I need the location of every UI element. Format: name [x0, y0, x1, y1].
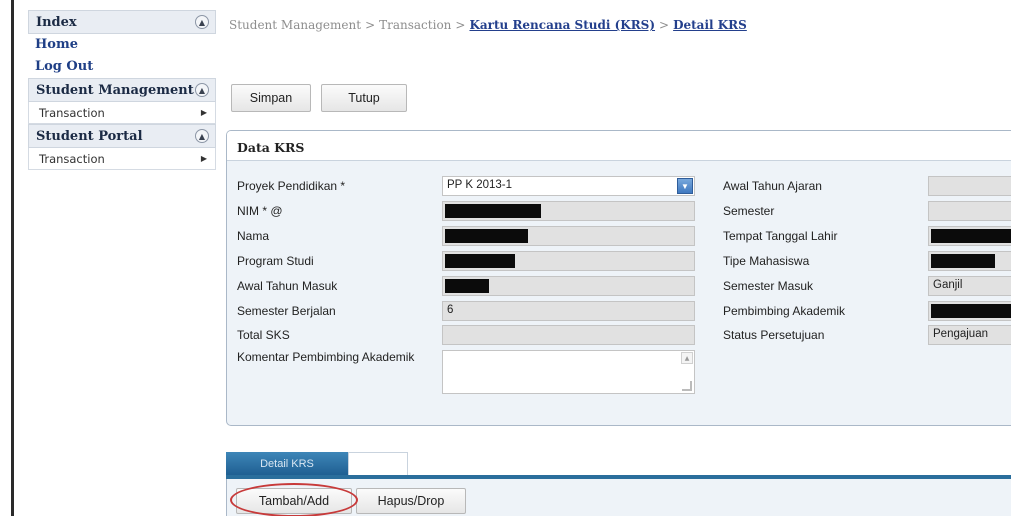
total-sks-label: Total SKS — [237, 328, 290, 342]
proyek-value: PP K 2013-1 — [447, 179, 513, 191]
breadcrumb-student-management: Student Management — [229, 18, 362, 32]
chevron-down-icon[interactable]: ▼ — [677, 178, 693, 194]
redacted-block — [931, 229, 1011, 243]
awal-masuk-label: Awal Tahun Masuk — [237, 279, 338, 293]
awal-ajaran-label: Awal Tahun Ajaran — [723, 179, 822, 193]
sidebar-index-title: Index — [36, 14, 77, 30]
chevron-right-icon: ▶ — [200, 108, 207, 117]
sidebar-item-transaction[interactable]: Transaction ▶ — [28, 148, 216, 170]
resize-grip-icon[interactable] — [682, 381, 692, 391]
ttl-label: Tempat Tanggal Lahir — [723, 229, 838, 243]
nim-field[interactable] — [442, 201, 695, 221]
semester-label: Semester — [723, 204, 775, 218]
status-field[interactable]: Pengajuan — [928, 325, 1011, 345]
awal-ajaran-field[interactable] — [928, 176, 1011, 196]
proyek-label: Proyek Pendidikan * — [237, 179, 346, 193]
semester-berjalan-label: Semester Berjalan — [237, 304, 336, 318]
tab-detail-krs[interactable]: Detail KRS — [226, 452, 348, 475]
sidebar-section-title: Student Portal — [36, 128, 143, 144]
chevron-right-icon: ▶ — [200, 154, 207, 163]
breadcrumb-separator: > — [659, 18, 670, 32]
save-button[interactable]: Simpan — [231, 84, 311, 112]
breadcrumb-transaction: Transaction — [379, 18, 452, 32]
redacted-block — [445, 279, 489, 293]
redacted-block — [931, 304, 1011, 318]
redacted-block — [445, 254, 515, 268]
left-border-line — [11, 0, 14, 516]
sidebar-item-label: Transaction — [39, 105, 105, 120]
pembimbing-label: Pembimbing Akademik — [723, 304, 846, 318]
sidebar-link-logout[interactable]: Log Out — [28, 56, 216, 78]
add-button[interactable]: Tambah/Add — [236, 488, 352, 514]
sidebar-section-title: Student Management — [36, 82, 194, 98]
komentar-label: Komentar Pembimbing Akademik — [237, 350, 415, 364]
pembimbing-field[interactable] — [928, 301, 1011, 321]
komentar-textarea[interactable]: ▲ — [442, 350, 695, 394]
breadcrumb-detail-krs-link[interactable]: Detail KRS — [673, 18, 747, 32]
sidebar-item-label: Transaction — [39, 151, 105, 166]
total-sks-field[interactable] — [442, 325, 695, 345]
semester-masuk-label: Semester Masuk — [723, 279, 814, 293]
tipe-field[interactable] — [928, 251, 1011, 271]
redacted-block — [445, 204, 541, 218]
status-label: Status Persetujuan — [723, 328, 825, 342]
close-button[interactable]: Tutup — [321, 84, 407, 112]
prodi-label: Program Studi — [237, 254, 314, 268]
prodi-field[interactable] — [442, 251, 695, 271]
sidebar-item-transaction[interactable]: Transaction ▶ — [28, 102, 216, 124]
scroll-up-icon[interactable]: ▲ — [681, 352, 693, 364]
redacted-block — [445, 229, 528, 243]
nim-label: NIM * @ — [237, 204, 283, 218]
sidebar-link-home[interactable]: Home — [28, 34, 216, 56]
sidebar-section-student-management[interactable]: Student Management ▲ — [28, 78, 216, 102]
collapse-icon[interactable]: ▲ — [195, 15, 209, 29]
nama-label: Nama — [237, 229, 270, 243]
sidebar-section-student-portal[interactable]: Student Portal ▲ — [28, 124, 216, 148]
awal-masuk-field[interactable] — [442, 276, 695, 296]
nama-field[interactable] — [442, 226, 695, 246]
semester-berjalan-field[interactable]: 6 — [442, 301, 695, 321]
semester-field[interactable] — [928, 201, 1011, 221]
data-krs-panel: Data KRS Proyek Pendidikan * NIM * @ Nam… — [226, 130, 1011, 426]
collapse-icon[interactable]: ▲ — [195, 129, 209, 143]
redacted-block — [931, 254, 995, 268]
semester-masuk-field[interactable]: Ganjil — [928, 276, 1011, 296]
tipe-label: Tipe Mahasiswa — [723, 254, 810, 268]
panel-title: Data KRS — [227, 131, 1011, 161]
ttl-field[interactable] — [928, 226, 1011, 246]
breadcrumb-krs-link[interactable]: Kartu Rencana Studi (KRS) — [469, 18, 655, 32]
sidebar: Index ▲ Home Log Out Student Management … — [28, 10, 216, 170]
sidebar-index-header[interactable]: Index ▲ — [28, 10, 216, 34]
breadcrumb: Student Management > Transaction > Kartu Ren… — [229, 18, 747, 32]
breadcrumb-separator: > — [455, 18, 466, 32]
proyek-select[interactable]: PP K 2013-1 ▼ — [442, 176, 695, 196]
breadcrumb-separator: > — [365, 18, 376, 32]
tab-empty[interactable] — [348, 452, 408, 475]
collapse-icon[interactable]: ▲ — [195, 83, 209, 97]
drop-button[interactable]: Hapus/Drop — [356, 488, 466, 514]
